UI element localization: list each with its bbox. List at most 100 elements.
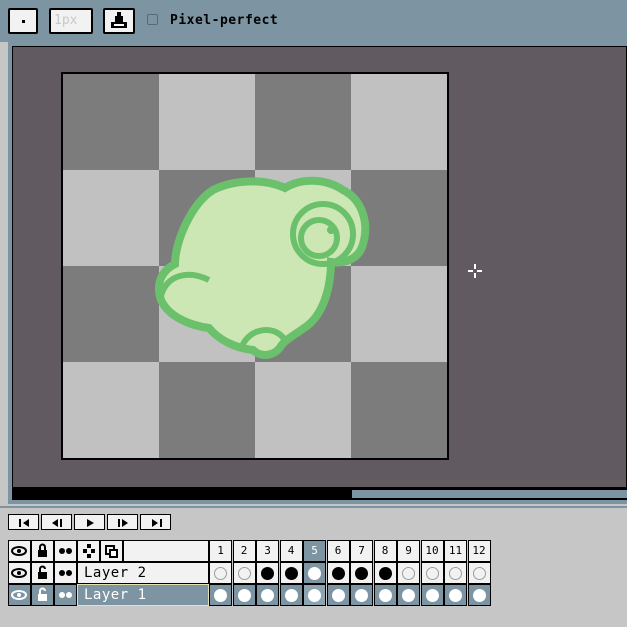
scrollbar-thumb[interactable] bbox=[352, 490, 627, 498]
layer-header-spacer bbox=[123, 540, 209, 562]
ink-type-button[interactable] bbox=[103, 8, 135, 34]
cel-icon bbox=[308, 589, 321, 602]
cel-layer-1-frame-11[interactable] bbox=[444, 584, 467, 606]
layer-options-button[interactable] bbox=[100, 540, 123, 562]
previous-frame-button[interactable] bbox=[41, 514, 72, 530]
cel-icon bbox=[308, 567, 321, 580]
onion-skin-button[interactable] bbox=[54, 540, 77, 562]
cel-layer-1-frame-4[interactable] bbox=[279, 584, 303, 606]
previous-frame-icon bbox=[52, 519, 62, 527]
eye-icon bbox=[11, 590, 27, 600]
cel-layer-2-frame-3[interactable] bbox=[256, 562, 279, 584]
empty-cel-icon bbox=[237, 567, 251, 580]
empty-cel-icon bbox=[425, 567, 439, 580]
layer-2-name[interactable]: Layer 2 bbox=[77, 562, 209, 584]
cel-layer-2-frame-9[interactable] bbox=[397, 562, 420, 584]
cel-layer-1-frame-1[interactable] bbox=[209, 584, 232, 606]
link-cels-button[interactable] bbox=[77, 540, 100, 562]
brush-size-placeholder: 1px bbox=[54, 13, 78, 28]
cel-layer-2-frame-7[interactable] bbox=[350, 562, 373, 584]
cel-icon bbox=[331, 589, 345, 602]
cel-icon bbox=[284, 589, 298, 602]
cel-layer-2-frame-11[interactable] bbox=[444, 562, 467, 584]
cel-icon bbox=[425, 589, 439, 602]
last-frame-icon bbox=[152, 519, 162, 527]
horizontal-scrollbar[interactable] bbox=[12, 488, 627, 500]
cel-layer-1-frame-6[interactable] bbox=[326, 584, 350, 606]
brush-size-field[interactable]: 1px bbox=[49, 8, 93, 34]
cel-layer-2-frame-4[interactable] bbox=[279, 562, 303, 584]
cel-layer-1-frame-2[interactable] bbox=[232, 584, 256, 606]
frame-header-6[interactable]: 6 bbox=[326, 540, 350, 562]
frame-header-8[interactable]: 8 bbox=[373, 540, 397, 562]
brush-type-button[interactable] bbox=[8, 8, 38, 34]
cel-layer-2-frame-12[interactable] bbox=[467, 562, 491, 584]
play-button[interactable] bbox=[74, 514, 105, 530]
frame-header-12[interactable]: 12 bbox=[467, 540, 491, 562]
empty-cel-icon bbox=[449, 567, 462, 580]
unlock-icon bbox=[38, 565, 47, 579]
crosshair-cursor-icon bbox=[468, 264, 482, 278]
cel-icon bbox=[261, 589, 274, 602]
frame-header-9[interactable]: 9 bbox=[397, 540, 420, 562]
continuous-icon bbox=[59, 570, 72, 576]
cel-layer-2-frame-2[interactable] bbox=[232, 562, 256, 584]
eye-icon bbox=[11, 568, 27, 578]
sprite-canvas[interactable] bbox=[61, 72, 449, 460]
layer-options-icon bbox=[105, 545, 118, 558]
empty-cel-icon bbox=[402, 567, 415, 580]
cel-layer-2-frame-5[interactable] bbox=[303, 562, 326, 584]
frame-header-3[interactable]: 3 bbox=[256, 540, 279, 562]
empty-cel-icon bbox=[214, 567, 227, 580]
frame-header-2[interactable]: 2 bbox=[232, 540, 256, 562]
frame-header-5[interactable]: 5 bbox=[303, 540, 326, 562]
cel-layer-2-frame-10[interactable] bbox=[420, 562, 444, 584]
onion-skin-icon bbox=[59, 548, 72, 554]
link-cels-icon bbox=[83, 544, 95, 558]
cel-icon bbox=[237, 589, 251, 602]
eye-icon bbox=[11, 546, 27, 556]
cel-layer-2-frame-8[interactable] bbox=[373, 562, 397, 584]
cel-icon bbox=[331, 567, 345, 580]
pixel-brush-icon bbox=[22, 20, 25, 23]
layer-1-lock-toggle[interactable] bbox=[31, 584, 54, 606]
layer-1-visibility-toggle[interactable] bbox=[8, 584, 31, 606]
cel-layer-2-frame-6[interactable] bbox=[326, 562, 350, 584]
frame-header-1[interactable]: 1 bbox=[209, 540, 232, 562]
top-toolbar: 1px Pixel-perfect bbox=[0, 0, 627, 42]
cel-icon bbox=[261, 567, 274, 580]
cel-icon bbox=[378, 589, 392, 602]
playback-controls bbox=[8, 514, 173, 530]
layer-2-visibility-toggle[interactable] bbox=[8, 562, 31, 584]
unlock-icon bbox=[38, 587, 47, 601]
cel-layer-1-frame-5[interactable] bbox=[303, 584, 326, 606]
next-frame-button[interactable] bbox=[107, 514, 138, 530]
frame-header-10[interactable]: 10 bbox=[420, 540, 444, 562]
cel-icon bbox=[378, 567, 392, 580]
frame-header-7[interactable]: 7 bbox=[350, 540, 373, 562]
cel-layer-1-frame-7[interactable] bbox=[350, 584, 373, 606]
timeline-divider bbox=[0, 506, 627, 508]
cel-layer-1-frame-3[interactable] bbox=[256, 584, 279, 606]
frame-header-11[interactable]: 11 bbox=[444, 540, 467, 562]
layer-2-continuous-toggle[interactable] bbox=[54, 562, 77, 584]
pixel-perfect-label: Pixel-perfect bbox=[170, 13, 279, 28]
cel-layer-2-frame-1[interactable] bbox=[209, 562, 232, 584]
cel-layer-1-frame-9[interactable] bbox=[397, 584, 420, 606]
first-frame-button[interactable] bbox=[8, 514, 39, 530]
layer-2-lock-toggle[interactable] bbox=[31, 562, 54, 584]
layer-1-continuous-toggle[interactable] bbox=[54, 584, 77, 606]
toggle-lock-header[interactable] bbox=[31, 540, 54, 562]
cel-layer-1-frame-12[interactable] bbox=[467, 584, 491, 606]
frame-header-4[interactable]: 4 bbox=[279, 540, 303, 562]
toggle-visibility-header[interactable] bbox=[8, 540, 31, 562]
lock-icon bbox=[38, 543, 47, 557]
continuous-icon bbox=[59, 592, 72, 598]
pixel-perfect-checkbox[interactable] bbox=[147, 14, 158, 25]
timeline-panel: 1 2 3 4 5 6 7 8 9 10 11 12 Layer 2 Layer 1 bbox=[0, 506, 627, 627]
last-frame-button[interactable] bbox=[140, 514, 171, 530]
layer-1-name[interactable]: Layer 1 bbox=[77, 584, 209, 606]
cel-layer-1-frame-10[interactable] bbox=[420, 584, 444, 606]
cel-icon bbox=[355, 567, 368, 580]
cel-layer-1-frame-8[interactable] bbox=[373, 584, 397, 606]
